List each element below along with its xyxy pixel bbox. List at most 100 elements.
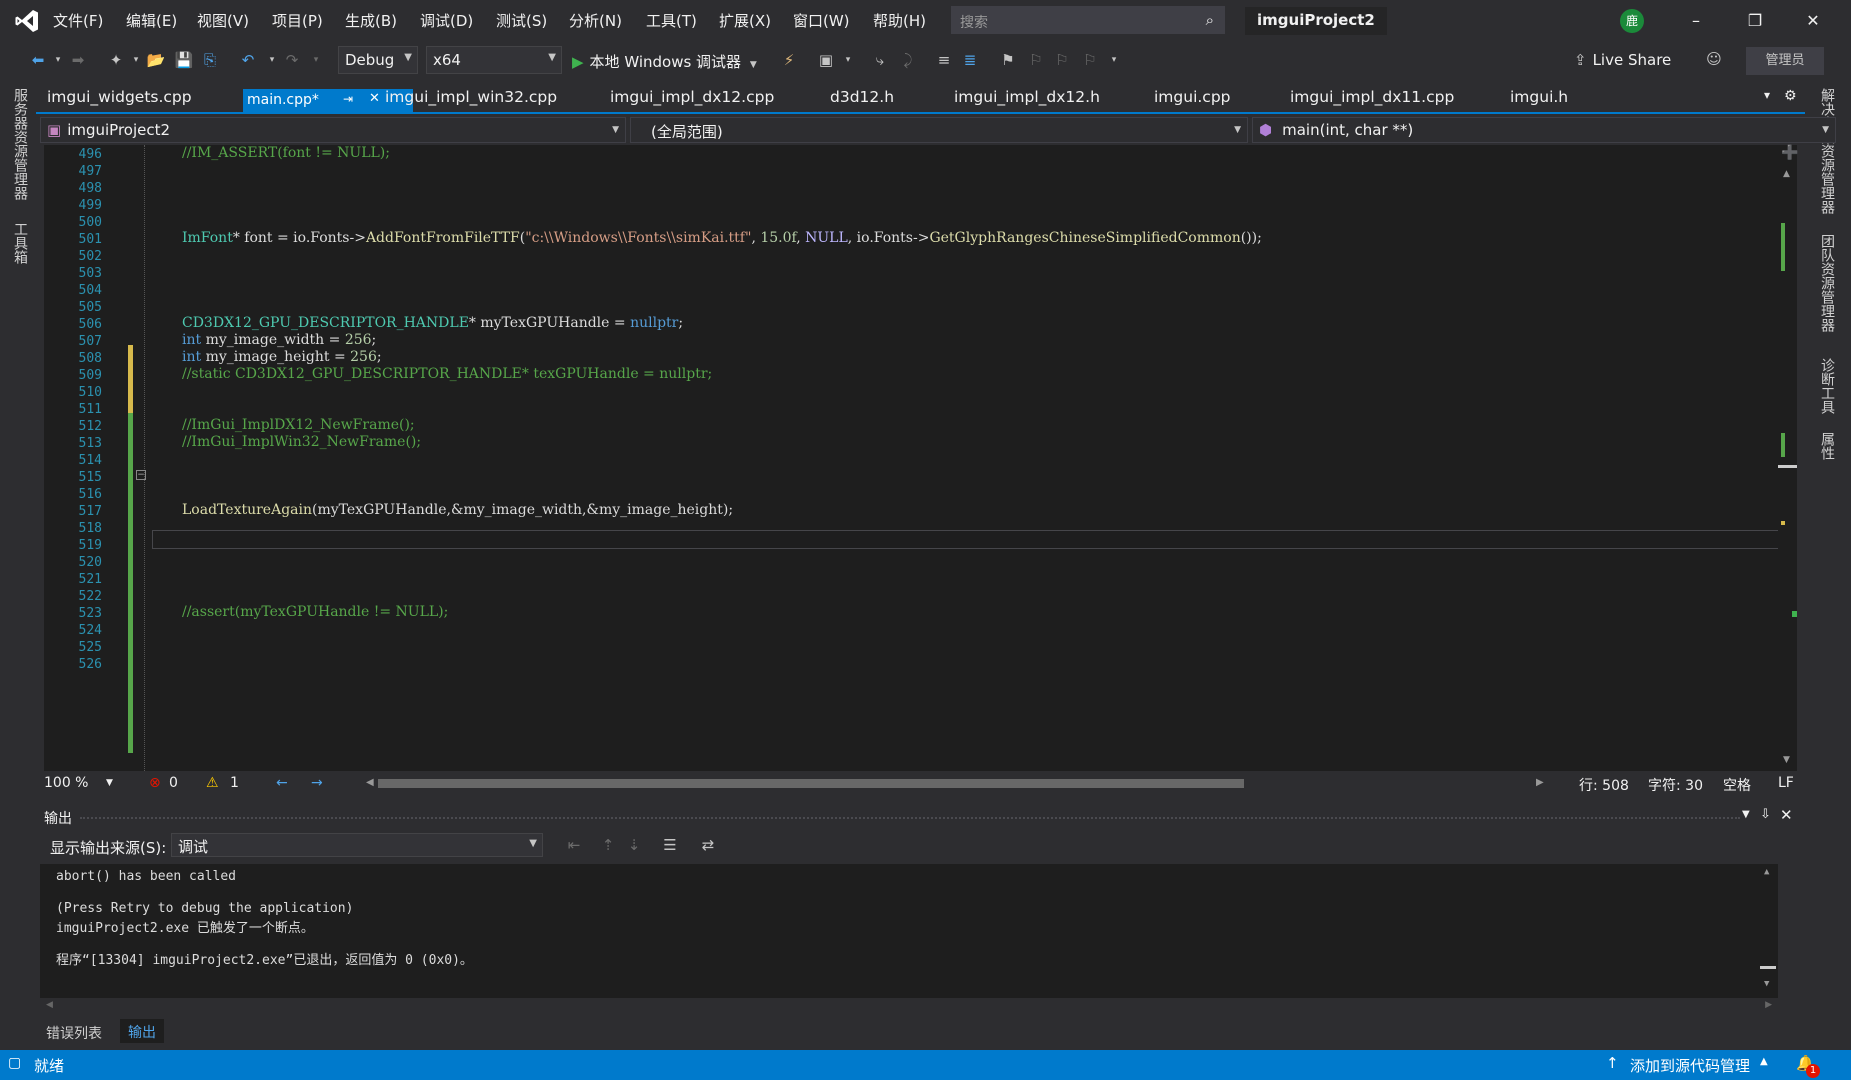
scroll-up-icon[interactable]: ▲ [1783,169,1790,179]
team-explorer-tab[interactable]: 团队资源管理器 [1817,234,1837,332]
tab-imgui-impl-dx11-cpp[interactable]: imgui_impl_dx11.cpp [1290,88,1454,106]
scroll-down-icon[interactable]: ▼ [1783,755,1790,765]
undo-icon[interactable]: ↶ [238,49,258,71]
configuration-select[interactable]: Debug ▼ [338,46,418,74]
next-issue-icon[interactable]: → [311,775,323,791]
line-ending[interactable]: LF [1778,775,1794,791]
clear-bookmarks-icon[interactable]: ⚐ [1080,49,1100,71]
code-editor[interactable]: − 496 //IM_ASSERT(font != NULL); 497 498 499… [44,145,1778,771]
avatar[interactable]: 鹿 [1620,9,1644,33]
close-window-icon[interactable]: ✕ [1793,8,1833,34]
whitespace-mode[interactable]: 空格 [1723,775,1751,795]
find-message-icon[interactable]: ⇤ [564,834,584,856]
menu-debug[interactable]: 调试(D) [420,10,473,31]
output-source-select[interactable]: 调试 ▼ [171,833,543,857]
redo-icon[interactable]: ↷ [282,49,302,71]
menu-analyze[interactable]: 分析(N) [569,10,622,31]
scroll-left-icon[interactable]: ◀ [366,777,374,788]
admin-badge[interactable]: 管理员 [1746,47,1824,75]
collapse-icon[interactable]: − [136,470,146,480]
clear-all-icon[interactable]: ☰ [660,834,680,856]
toolbar-overflow-icon[interactable]: ▾ [1104,49,1124,71]
back-dropdown-icon[interactable]: ▾ [48,49,68,71]
start-debugging-button[interactable]: ▶ 本地 Windows 调试器 ▼ [572,46,757,74]
browser-link-icon[interactable]: ▣ [816,49,836,71]
error-icon[interactable]: ⊗ [149,775,161,791]
properties-tab[interactable]: 属性 [1817,432,1837,460]
visual-studio-logo-icon[interactable] [14,8,40,34]
chevron-down-icon[interactable]: ▼ [750,60,757,70]
new-project-icon[interactable]: ✦ [106,49,126,71]
vertical-scrollbar[interactable]: ➕ ▲ ▼ [1778,145,1798,771]
scroll-right-icon[interactable]: ▶ [1536,777,1544,788]
zoom-level[interactable]: 100 % [44,775,88,791]
tab-error-list[interactable]: 错误列表 [46,1023,102,1043]
menu-extensions[interactable]: 扩展(X) [719,10,771,31]
previous-issue-icon[interactable]: ← [276,775,288,791]
scope-dropdown[interactable]: (全局范围) ▼ [630,117,1248,143]
previous-message-icon[interactable]: ⇡ [598,834,618,856]
tab-imgui-impl-win32-cpp[interactable]: imgui_impl_win32.cpp [385,88,557,106]
diagnostic-tools-tab[interactable]: 诊断工具 [1817,358,1837,414]
zoom-dropdown-icon[interactable]: ▼ [106,778,113,788]
scroll-down-icon[interactable]: ▼ [1764,979,1769,989]
tab-d3d12-h[interactable]: d3d12.h [830,88,894,106]
tab-imgui-h[interactable]: imgui.h [1510,88,1568,106]
menu-test[interactable]: 测试(S) [496,10,547,31]
menu-help[interactable]: 帮助(H) [873,10,926,31]
browser-dropdown-icon[interactable]: ▾ [838,49,858,71]
panel-dropdown-icon[interactable]: ▼ [1742,809,1750,820]
save-all-icon[interactable]: ⎘ [200,49,220,71]
word-wrap-icon[interactable]: ⇄ [698,834,718,856]
output-horizontal-scrollbar[interactable]: ◀ ▶ [40,998,1778,1016]
pin-icon[interactable]: ⇥ [343,92,353,106]
warning-icon[interactable]: ⚠ [206,775,219,791]
step-over-icon[interactable]: ⤸ [898,49,918,71]
next-message-icon[interactable]: ⇣ [624,834,644,856]
menu-build[interactable]: 生成(B) [345,10,397,31]
scroll-right-icon[interactable]: ▶ [1765,1000,1772,1010]
undo-dropdown-icon[interactable]: ▾ [262,49,282,71]
tab-imgui-cpp[interactable]: imgui.cpp [1154,88,1231,106]
tab-imgui-widgets-cpp[interactable]: imgui_widgets.cpp [47,88,192,106]
solution-explorer-tab[interactable]: 解决方案资源管理器 [1817,88,1837,214]
hot-reload-icon[interactable]: ⚡ [779,49,799,71]
tab-output[interactable]: 输出 [120,1019,164,1043]
pin-icon[interactable]: ⇩ [1760,807,1771,822]
output-text[interactable]: abort() has been called (Press Retry to d… [40,864,1778,998]
close-tab-icon[interactable]: ✕ [369,91,380,106]
forward-icon[interactable]: ➡ [68,49,88,71]
save-icon[interactable]: 💾 [174,49,194,71]
search-icon[interactable]: ⌕ [1206,11,1214,29]
project-dropdown[interactable]: ▣ imguiProject2 ▼ [40,117,626,143]
output-vertical-scrollbar[interactable]: ▲ ▼ [1758,864,1778,998]
close-panel-icon[interactable]: ✕ [1780,806,1793,824]
menu-window[interactable]: 窗口(W) [793,10,850,31]
restore-icon[interactable]: ❐ [1735,8,1775,34]
feedback-icon[interactable]: ☺ [1704,48,1724,70]
member-dropdown[interactable]: ⬢ main(int, char **) ▼ [1252,117,1836,143]
redo-dropdown-icon[interactable]: ▾ [306,49,326,71]
step-into-icon[interactable]: ⤷ [870,49,890,71]
server-explorer-tab[interactable]: 服务器资源管理器 [10,88,30,200]
menu-edit[interactable]: 编辑(E) [126,10,177,31]
prev-bookmark-icon[interactable]: ⚐ [1026,49,1046,71]
horizontal-scrollbar-thumb[interactable] [378,779,1244,788]
toolbox-tab[interactable]: 工具箱 [10,222,30,264]
back-icon[interactable]: ⬅ [28,49,48,71]
comment-icon[interactable]: ≡ [934,49,954,71]
search-input[interactable]: 搜索 ⌕ [951,6,1225,34]
menu-project[interactable]: 项目(P) [272,10,323,31]
platform-select[interactable]: x64 ▼ [426,46,562,74]
scroll-up-icon[interactable]: ▲ [1764,867,1769,877]
uncomment-icon[interactable]: ≣ [960,49,980,71]
add-to-source-control-button[interactable]: 添加到源代码管理 [1630,1055,1750,1076]
minimize-icon[interactable]: – [1676,8,1716,34]
tab-list-icon[interactable]: ▾ [1764,88,1770,102]
new-dropdown-icon[interactable]: ▾ [126,49,146,71]
tab-imgui-impl-dx12-cpp[interactable]: imgui_impl_dx12.cpp [610,88,774,106]
scroll-thumb[interactable] [1760,966,1776,969]
menu-view[interactable]: 视图(V) [197,10,249,31]
bookmark-icon[interactable]: ⚑ [998,49,1018,71]
next-bookmark-icon[interactable]: ⚐ [1052,49,1072,71]
